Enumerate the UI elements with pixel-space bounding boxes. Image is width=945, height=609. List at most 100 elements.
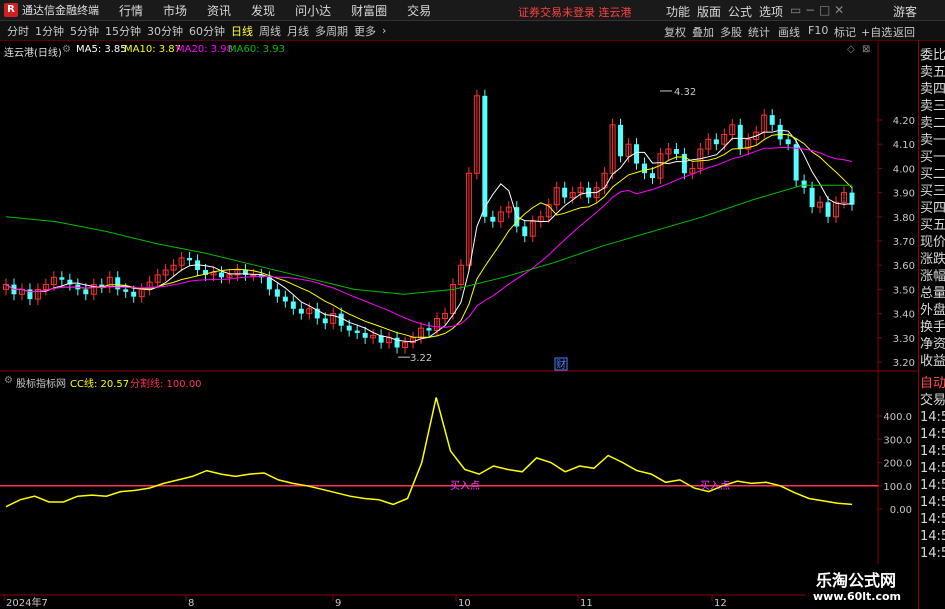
period-15min[interactable]: 15分钟 xyxy=(102,23,144,39)
candle-body-down xyxy=(266,277,272,290)
side-panel-label: 卖一 xyxy=(920,133,945,148)
tool-draw-line[interactable]: 画线 xyxy=(778,24,800,39)
app-logo-icon: R xyxy=(4,3,18,17)
stock-name: 连云港(日线) xyxy=(4,48,62,59)
menu-function[interactable]: 功能 xyxy=(666,3,690,20)
window-controls[interactable]: ▭ − □ ✕ xyxy=(790,3,844,17)
candle-body-down xyxy=(322,318,328,324)
period-30min[interactable]: 30分钟 xyxy=(144,23,186,39)
side-panel-label: 14:56 xyxy=(920,410,945,425)
side-panel-label: 14:56 xyxy=(920,444,945,459)
side-panel-label: 卖五 xyxy=(920,65,945,80)
tool-overlay[interactable]: 叠加 xyxy=(692,24,714,39)
candle-body-down xyxy=(713,139,719,145)
candle-body-down xyxy=(362,332,368,338)
tool-add-favorite[interactable]: +自选 xyxy=(861,24,892,39)
date-axis-label: 2024年7 xyxy=(6,596,48,609)
menu-guest[interactable]: 游客 xyxy=(893,3,917,20)
tool-multi-stock[interactable]: 多股 xyxy=(720,24,742,39)
side-panel-label: 卖三 xyxy=(920,99,945,114)
candle-body-down xyxy=(490,216,496,222)
side-panel-label: 买一 xyxy=(920,150,945,165)
price-axis-label: 4.00 xyxy=(893,164,915,175)
period-5min[interactable]: 5分钟 xyxy=(67,23,102,39)
side-panel-label: 委比 xyxy=(920,48,945,63)
menu-formula[interactable]: 公式 xyxy=(728,3,752,20)
side-panel-label: 14:56 xyxy=(920,546,945,561)
menu-trade[interactable]: 交易 xyxy=(407,2,431,19)
date-axis-label: 12 xyxy=(714,598,727,609)
candle-body-down xyxy=(290,301,296,309)
chart-close-icon[interactable]: ⊠ xyxy=(862,44,870,55)
side-panel-label: 涨幅 xyxy=(920,269,945,284)
side-panel-label: 买二 xyxy=(920,167,945,182)
candle-body-down xyxy=(187,257,193,261)
finance-marker: 财 xyxy=(556,358,566,371)
date-axis-label: 9 xyxy=(335,598,341,609)
menu-news[interactable]: 资讯 xyxy=(207,2,231,19)
price-axis-label: 3.80 xyxy=(893,213,915,224)
side-panel-label: 现价 xyxy=(920,235,945,250)
tool-mark[interactable]: 标记 xyxy=(834,24,856,39)
side-panel-label: 买四 xyxy=(920,201,945,216)
ma10-legend: MA10: 3.87 xyxy=(124,44,182,55)
low-price-label: 3.22 xyxy=(410,353,432,364)
side-panel-label: 交易 xyxy=(920,393,945,408)
chart-expand-icon[interactable]: ◇ xyxy=(847,44,855,55)
date-axis-label: 11 xyxy=(580,598,593,609)
menu-market[interactable]: 市场 xyxy=(163,2,187,19)
tool-restore-rights[interactable]: 复权 xyxy=(664,24,686,39)
kline-chart[interactable]: 4.20 4.10 4.00 3.90 3.80 3.70 3.60 3.50 3.40 3.30… xyxy=(0,41,918,609)
period-daily[interactable]: 日线 xyxy=(228,23,256,39)
menu-options[interactable]: 选项 xyxy=(759,3,783,20)
price-axis-label: 3.40 xyxy=(893,310,915,321)
cc-line-legend: CC线: 20.57 xyxy=(70,379,130,390)
ma5-legend: MA5: 3.85 xyxy=(76,44,127,55)
period-weekly[interactable]: 周线 xyxy=(256,23,284,39)
menu-ask[interactable]: 问小达 xyxy=(295,2,331,19)
period-monthly[interactable]: 月线 xyxy=(284,23,312,39)
indicator-axis-label: 400.0 xyxy=(883,412,912,423)
candle-body-down xyxy=(777,124,783,140)
indicator-axis-label: 100.0 xyxy=(883,482,912,493)
price-axis-label: 3.20 xyxy=(893,358,915,369)
period-1min[interactable]: 1分钟 xyxy=(32,23,67,39)
side-panel-label: 14:56 xyxy=(920,427,945,442)
candle-body-down xyxy=(346,325,352,331)
menu-quotes[interactable]: 行情 xyxy=(119,2,143,19)
candle-body-down xyxy=(793,144,799,181)
tool-f10[interactable]: F10 xyxy=(808,24,828,38)
ma60-line xyxy=(5,184,852,295)
menu-wealth[interactable]: 财富圈 xyxy=(351,2,387,19)
tool-back[interactable]: 返回 xyxy=(893,24,915,39)
indicator-axis-label: 200.0 xyxy=(883,459,912,470)
candle-body-down xyxy=(123,289,129,292)
side-panel-label: 卖四 xyxy=(920,82,945,97)
period-bar: 分时 1分钟 5分钟 15分钟 30分钟 60分钟 日线 周线 月线 多周期 更… xyxy=(0,21,945,41)
watermark-name: 乐淘公式网 xyxy=(816,571,897,590)
price-axis-label: 3.90 xyxy=(893,189,915,200)
candle-body-down xyxy=(849,192,855,205)
kline-chart-svg[interactable]: 4.20 4.10 4.00 3.90 3.80 3.70 3.60 3.50 3.40 3.30… xyxy=(0,41,918,609)
period-60min[interactable]: 60分钟 xyxy=(186,23,228,39)
side-panel-label: 14:56 xyxy=(920,478,945,493)
menu-layout[interactable]: 版面 xyxy=(697,3,721,20)
period-tick[interactable]: 分时 xyxy=(4,23,32,39)
indicator-axis-label: 0.00 xyxy=(890,505,912,516)
chevron-right-icon[interactable]: › xyxy=(379,24,389,37)
price-axis-label: 4.20 xyxy=(893,116,915,127)
period-more[interactable]: 更多 xyxy=(351,23,379,39)
tool-statistics[interactable]: 统计 xyxy=(748,24,770,39)
indicator-gear-icon[interactable]: ⚙ xyxy=(4,375,13,386)
period-multi[interactable]: 多周期 xyxy=(312,23,351,39)
indicator-name: 股标指标网 xyxy=(16,379,66,390)
menu-discover[interactable]: 发现 xyxy=(251,2,275,19)
indicator-axis-label: 300.0 xyxy=(883,435,912,446)
candle-body-down xyxy=(282,296,288,302)
settings-gear-icon[interactable]: ⚙ xyxy=(62,44,71,55)
login-warning[interactable]: 证券交易未登录 连云港 xyxy=(518,4,632,20)
candle-body-down xyxy=(618,124,624,157)
candle-body-down xyxy=(482,95,488,217)
candle-body-down xyxy=(809,187,815,208)
date-axis-label: 8 xyxy=(188,598,194,609)
